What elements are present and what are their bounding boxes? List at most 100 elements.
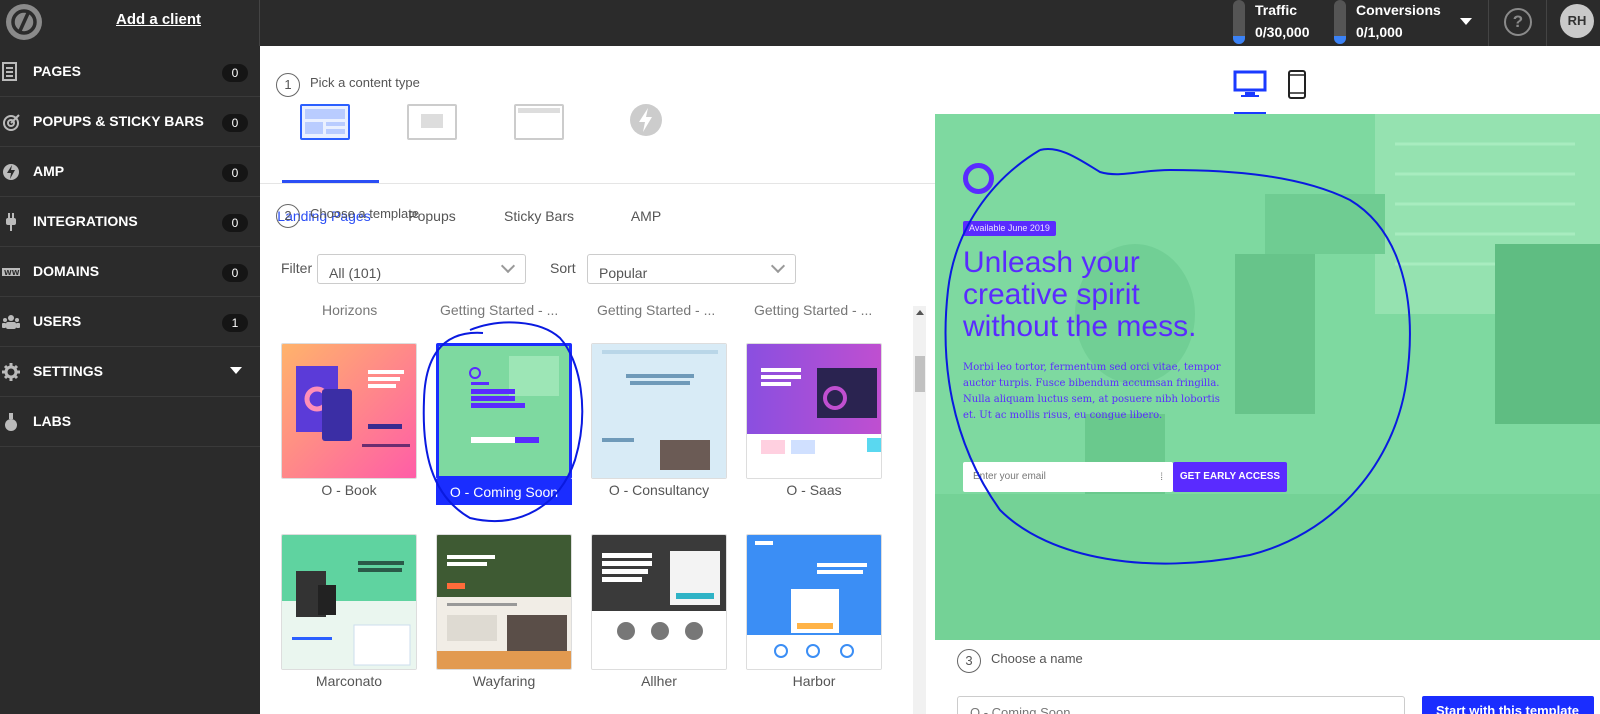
- plug-icon: [6, 213, 16, 231]
- step-label: Choose a name: [991, 651, 1083, 666]
- template-name-cut: Getting Started - ...: [597, 302, 716, 318]
- input-autofill-icon: ⁞: [1160, 472, 1163, 483]
- sort-select[interactable]: Popular: [587, 254, 796, 284]
- conversions-bar: [1334, 0, 1346, 44]
- user-avatar[interactable]: RH: [1560, 4, 1594, 38]
- scroll-up-arrow-icon[interactable]: [916, 310, 924, 315]
- app-root: Add a client Traffic 0/30,000 Conversion…: [0, 0, 1600, 714]
- desktop-icon[interactable]: [1233, 70, 1267, 98]
- template-card-consultancy[interactable]: [591, 343, 727, 479]
- headline-line: Unleash your: [963, 246, 1140, 279]
- unbounce-logo-icon[interactable]: [6, 4, 42, 40]
- traffic-label: Traffic: [1255, 2, 1298, 18]
- help-icon[interactable]: ?: [1504, 8, 1532, 36]
- top-bar: Add a client Traffic 0/30,000 Conversion…: [0, 0, 1600, 46]
- users-icon: [2, 315, 20, 329]
- preview-body-text: Morbi leo tortor, fermentum sed orci vit…: [963, 362, 1221, 421]
- conversions-value: 0/1,000: [1356, 24, 1403, 40]
- template-preview: Available June 2019 Unleash your creativ…: [935, 114, 1600, 640]
- conversions-label: Conversions: [1356, 2, 1441, 18]
- template-thumbnail: [747, 535, 881, 669]
- tab-sticky-bars[interactable]: Sticky Bars: [484, 104, 594, 224]
- sidebar-item-labs[interactable]: LABS: [0, 397, 260, 447]
- template-card-coming-soon[interactable]: [436, 343, 572, 479]
- traffic-bar: [1233, 0, 1245, 44]
- brand-ring-icon: [963, 163, 994, 194]
- sort-label: Sort: [550, 260, 576, 276]
- template-name-cut: Getting Started - ...: [440, 302, 559, 318]
- divider: [1546, 0, 1547, 46]
- tab-label: Sticky Bars: [503, 208, 574, 224]
- template-name: O - Consultancy: [608, 482, 710, 498]
- step-label: Pick a content type: [310, 75, 420, 90]
- sidebar-item-label: PAGES: [33, 63, 81, 79]
- template-name: Allher: [641, 673, 677, 689]
- template-name-selected: O - Coming Soon: [436, 479, 572, 505]
- gear-icon: [2, 363, 20, 381]
- tab-popups[interactable]: Popups: [377, 104, 487, 224]
- mobile-icon[interactable]: [1287, 70, 1307, 100]
- chevron-down-icon: [500, 258, 516, 274]
- popup-icon: [407, 104, 457, 140]
- template-card-allher[interactable]: [591, 534, 727, 670]
- preview-email-input: Enter your email ⁞: [963, 462, 1173, 492]
- template-name: Wayfaring: [472, 673, 536, 689]
- template-card-book[interactable]: [281, 343, 417, 479]
- bolt-icon: [3, 164, 19, 180]
- template-thumbnail: [282, 344, 416, 478]
- count-badge: 0: [222, 214, 248, 232]
- sidebar-item-pages[interactable]: PAGES 0: [0, 47, 260, 97]
- template-card-marconato[interactable]: [281, 534, 417, 670]
- flask-icon: [5, 413, 17, 431]
- sidebar-item-settings[interactable]: SETTINGS: [0, 347, 260, 397]
- template-card-wayfaring[interactable]: [436, 534, 572, 670]
- scrollbar-thumb[interactable]: [915, 356, 925, 392]
- preview-headline: Unleash your creative spirit without the…: [963, 247, 1283, 343]
- filter-select[interactable]: All (101): [317, 254, 526, 284]
- step-number: 1: [276, 73, 300, 97]
- template-thumbnail: [747, 344, 881, 478]
- step-number: 2: [276, 204, 300, 228]
- template-thumbnail: [439, 346, 569, 476]
- step-label: Choose a template: [310, 206, 420, 221]
- headline-line: creative spirit: [963, 278, 1140, 311]
- sidebar-item-users[interactable]: USERS 1: [0, 297, 260, 347]
- sort-value: Popular: [599, 265, 648, 281]
- sidebar-item-domains[interactable]: WW DOMAINS 0: [0, 247, 260, 297]
- template-name-cut: Horizons: [322, 302, 378, 318]
- template-name-cut: Getting Started - ...: [754, 302, 873, 318]
- page-name-input[interactable]: O - Coming Soon: [957, 696, 1405, 714]
- tab-amp[interactable]: AMP: [591, 104, 701, 224]
- usage-dropdown-caret-icon[interactable]: [1460, 18, 1472, 25]
- template-thumbnail: [592, 535, 726, 669]
- sidebar-item-popups[interactable]: POPUPS & STICKY BARS 0: [0, 97, 260, 147]
- add-client-link[interactable]: Add a client: [116, 11, 201, 28]
- sticky-bar-icon: [514, 104, 564, 140]
- start-with-template-button[interactable]: Start with this template: [1422, 696, 1594, 714]
- svg-text:WW: WW: [4, 269, 20, 277]
- template-name: Marconato: [315, 673, 383, 689]
- template-name: O - Book: [321, 482, 377, 498]
- page-name-value: O - Coming Soon: [970, 705, 1071, 714]
- template-picker-panel: 1 Pick a content type Landing Pages Popu…: [260, 46, 935, 714]
- sidebar-item-integrations[interactable]: INTEGRATIONS 0: [0, 197, 260, 247]
- sidebar-item-label: POPUPS & STICKY BARS: [33, 113, 204, 129]
- tab-landing-pages[interactable]: Landing Pages: [269, 104, 379, 224]
- pages-icon: [2, 62, 17, 81]
- sidebar-item-label: INTEGRATIONS: [33, 213, 138, 229]
- count-badge: 0: [222, 64, 248, 82]
- template-thumbnail: [282, 535, 416, 669]
- availability-badge: Available June 2019: [963, 221, 1056, 236]
- preview-panel: Available June 2019 Unleash your creativ…: [935, 46, 1600, 714]
- sidebar-item-amp[interactable]: AMP 0: [0, 147, 260, 197]
- template-card-harbor[interactable]: [746, 534, 882, 670]
- divider: [259, 0, 260, 46]
- template-card-saas[interactable]: [746, 343, 882, 479]
- target-icon: [3, 114, 20, 131]
- divider: [1488, 0, 1489, 46]
- count-badge: 0: [222, 164, 248, 182]
- preview-cta-button: GET EARLY ACCESS: [1173, 462, 1287, 492]
- count-badge: 0: [222, 264, 248, 282]
- chevron-down-icon[interactable]: [230, 367, 242, 374]
- landing-page-icon: [300, 104, 350, 140]
